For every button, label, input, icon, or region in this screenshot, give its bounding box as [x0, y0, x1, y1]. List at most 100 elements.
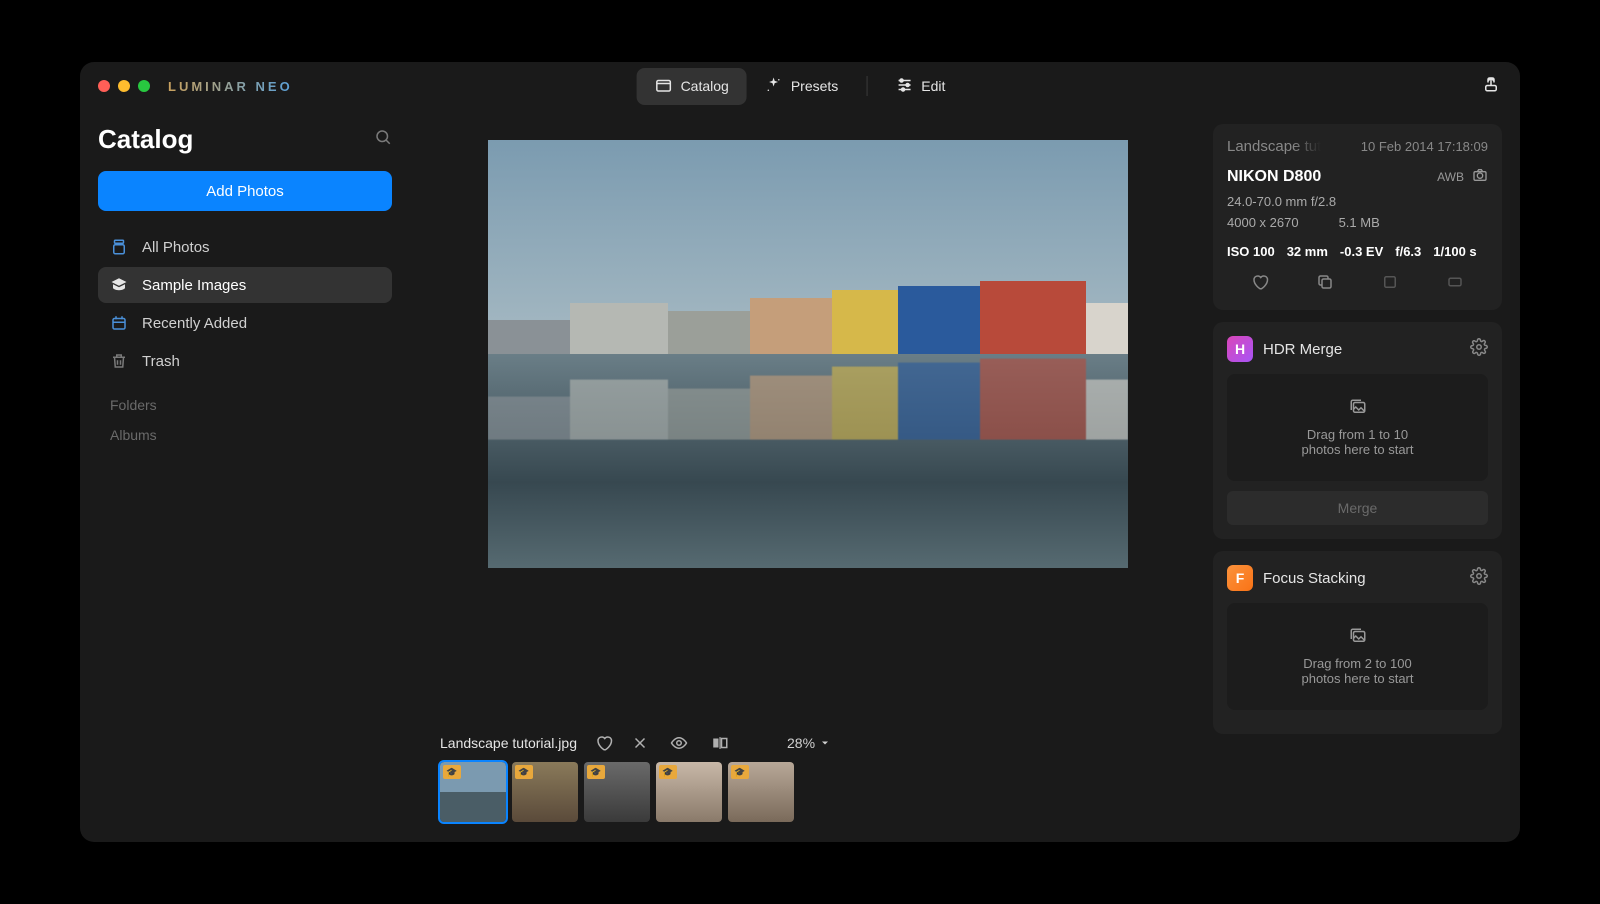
current-filename: Landscape tutorial.jpg [440, 735, 577, 751]
stack-icon [110, 238, 128, 256]
sidebar-list: All Photos Sample Images Recently Added … [98, 229, 392, 379]
copy-button[interactable] [1316, 273, 1334, 296]
tab-edit-label: Edit [921, 78, 945, 94]
tab-edit[interactable]: Edit [877, 68, 963, 105]
preview-toggle-button[interactable] [667, 734, 691, 752]
hdr-drop-line1: Drag from 1 to 10 [1301, 427, 1413, 442]
right-panel: Landscape tut 10 Feb 2014 17:18:09 NIKON… [1205, 110, 1520, 842]
meta-lens: 24.0-70.0 mm f/2.8 [1227, 194, 1488, 209]
hdr-drop-line2: photos here to start [1301, 442, 1413, 457]
search-button[interactable] [374, 128, 392, 151]
sample-badge-icon: 🎓 [731, 765, 749, 779]
sidebar-item-trash[interactable]: Trash [98, 343, 392, 379]
sidebar-item-all-photos[interactable]: All Photos [98, 229, 392, 265]
exif-iso: ISO 100 [1227, 244, 1275, 259]
app-body: Catalog Add Photos All Photos Sample Ima… [80, 110, 1520, 842]
preview-container [440, 130, 1175, 724]
filmstrip: 🎓 🎓 🎓 🎓 🎓 [440, 762, 1175, 832]
exif-aperture: f/6.3 [1395, 244, 1421, 259]
filmstrip-toolbar: Landscape tutorial.jpg 28% [440, 724, 1175, 762]
hdr-merge-panel: H HDR Merge Drag from 1 to 10 photos her… [1213, 322, 1502, 539]
sidebar-item-label: Recently Added [142, 315, 247, 332]
titlebar: LUMINAR NEO Catalog Presets Edit [80, 62, 1520, 110]
sliders-icon [895, 76, 913, 97]
main-area: Landscape tutorial.jpg 28% 🎓 🎓 🎓 🎓 🎓 [410, 110, 1205, 842]
sidebar-section-albums[interactable]: Albums [98, 419, 392, 449]
thumbnail[interactable]: 🎓 [440, 762, 506, 822]
recent-icon [110, 314, 128, 332]
sidebar-section-folders[interactable]: Folders [98, 379, 392, 419]
sidebar-item-label: Sample Images [142, 277, 246, 294]
hdr-merge-button[interactable]: Merge [1227, 491, 1488, 525]
thumbnail[interactable]: 🎓 [584, 762, 650, 822]
exif-shutter: 1/100 s [1433, 244, 1476, 259]
metadata-panel: Landscape tut 10 Feb 2014 17:18:09 NIKON… [1213, 124, 1502, 310]
sample-badge-icon: 🎓 [515, 765, 533, 779]
meta-dimensions: 4000 x 2670 [1227, 215, 1299, 230]
tab-separator [866, 76, 867, 96]
meta-camera: NIKON D800 [1227, 168, 1321, 186]
trash-icon [110, 352, 128, 370]
hdr-settings-button[interactable] [1470, 338, 1488, 361]
frame-button[interactable] [1446, 273, 1464, 296]
focus-title: Focus Stacking [1263, 570, 1460, 587]
images-icon [1349, 398, 1367, 419]
main-tabs: Catalog Presets Edit [637, 68, 964, 105]
sidebar-item-label: Trash [142, 353, 180, 370]
focus-icon: F [1227, 565, 1253, 591]
meta-filename: Landscape tut [1227, 138, 1321, 155]
tab-presets[interactable]: Presets [747, 68, 856, 105]
sidebar: Catalog Add Photos All Photos Sample Ima… [80, 110, 410, 842]
sidebar-title: Catalog [98, 124, 193, 155]
window-controls [98, 80, 150, 92]
exif-ev: -0.3 EV [1340, 244, 1383, 259]
app-logo: LUMINAR NEO [168, 79, 293, 94]
sample-badge-icon: 🎓 [443, 765, 461, 779]
sample-badge-icon: 🎓 [587, 765, 605, 779]
app-window: LUMINAR NEO Catalog Presets Edit Catal [80, 62, 1520, 842]
close-window-button[interactable] [98, 80, 110, 92]
meta-actions [1227, 273, 1488, 296]
maximize-window-button[interactable] [138, 80, 150, 92]
sample-badge-icon: 🎓 [659, 765, 677, 779]
sidebar-header: Catalog [98, 124, 392, 155]
focus-stacking-panel: F Focus Stacking Drag from 2 to 100 phot… [1213, 551, 1502, 734]
sidebar-item-sample-images[interactable]: Sample Images [98, 267, 392, 303]
thumbnail[interactable]: 🎓 [512, 762, 578, 822]
zoom-value: 28% [787, 735, 815, 751]
meta-filesize: 5.1 MB [1339, 215, 1380, 230]
exif-focal: 32 mm [1287, 244, 1328, 259]
hdr-drop-zone[interactable]: Drag from 1 to 10 photos here to start [1227, 374, 1488, 481]
favorite-button[interactable] [1251, 273, 1269, 296]
minimize-window-button[interactable] [118, 80, 130, 92]
hdr-title: HDR Merge [1263, 341, 1460, 358]
reject-button[interactable] [631, 734, 649, 752]
zoom-dropdown[interactable]: 28% [787, 735, 831, 751]
camera-icon [1472, 167, 1488, 186]
focus-settings-button[interactable] [1470, 567, 1488, 590]
images-icon [1349, 627, 1367, 648]
share-button[interactable] [1482, 75, 1500, 98]
focus-drop-line2: photos here to start [1301, 671, 1413, 686]
tab-catalog-label: Catalog [681, 78, 729, 94]
focus-drop-line1: Drag from 2 to 100 [1301, 656, 1413, 671]
tab-catalog[interactable]: Catalog [637, 68, 747, 105]
tab-presets-label: Presets [791, 78, 838, 94]
add-photos-button[interactable]: Add Photos [98, 171, 392, 211]
thumbnail[interactable]: 🎓 [656, 762, 722, 822]
thumbnail[interactable]: 🎓 [728, 762, 794, 822]
meta-awb: AWB [1437, 170, 1464, 184]
graduation-cap-icon [110, 276, 128, 294]
sidebar-item-label: All Photos [142, 239, 210, 256]
meta-datetime: 10 Feb 2014 17:18:09 [1361, 139, 1488, 154]
hdr-icon: H [1227, 336, 1253, 362]
image-preview[interactable] [488, 140, 1128, 568]
crop-button[interactable] [1381, 273, 1399, 296]
folder-icon [655, 76, 673, 97]
exif-row: ISO 100 32 mm -0.3 EV f/6.3 1/100 s [1227, 244, 1488, 259]
compare-button[interactable] [709, 734, 731, 752]
sparkle-icon [765, 76, 783, 97]
favorite-button[interactable] [595, 734, 613, 752]
sidebar-item-recently-added[interactable]: Recently Added [98, 305, 392, 341]
focus-drop-zone[interactable]: Drag from 2 to 100 photos here to start [1227, 603, 1488, 710]
